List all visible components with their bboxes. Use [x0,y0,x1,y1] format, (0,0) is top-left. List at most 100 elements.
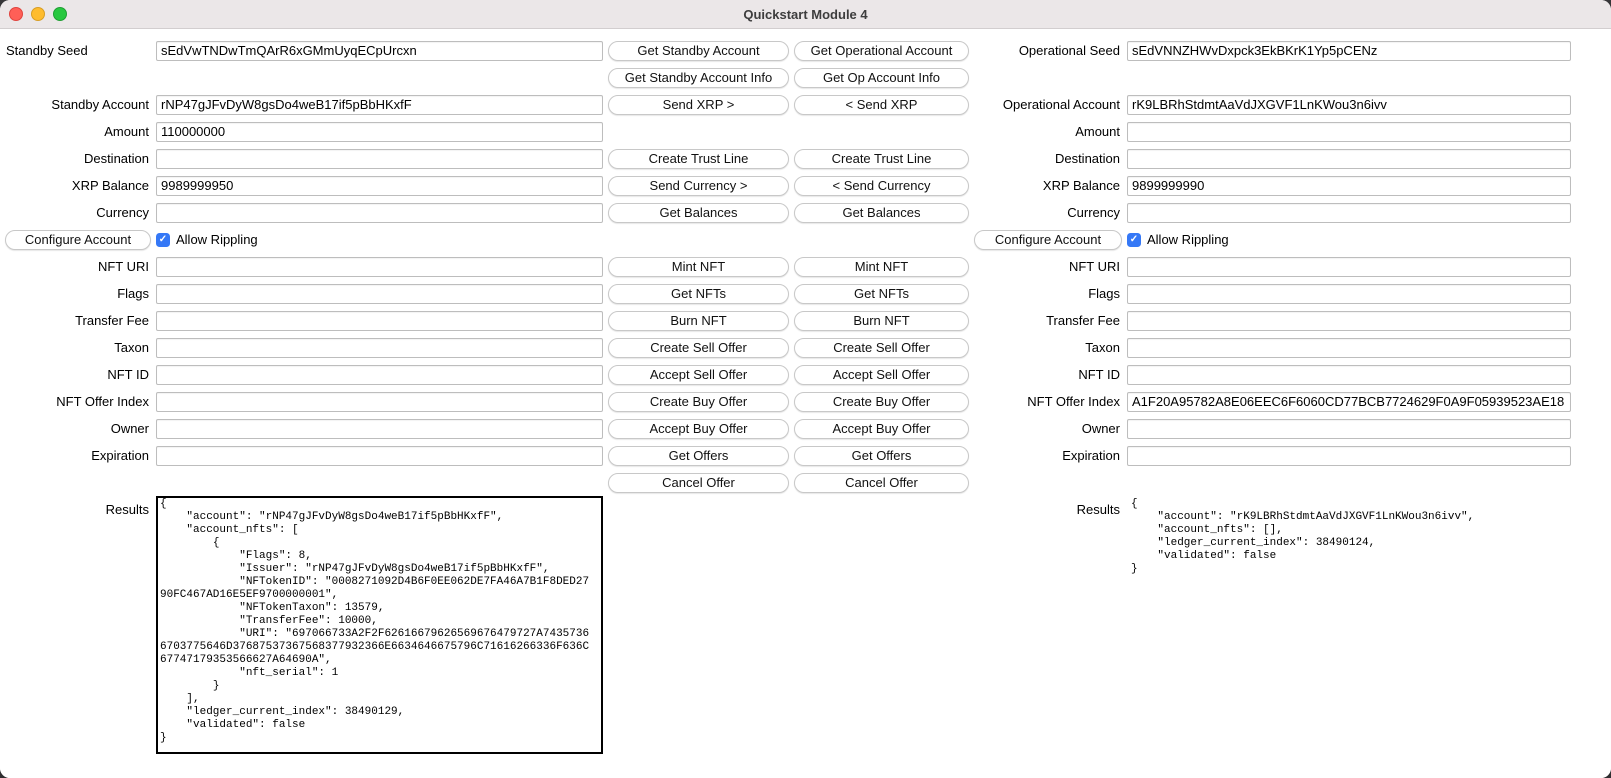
app-window: Quickstart Module 4 Standby Seed Get Sta… [0,0,1611,778]
standby-flags-input[interactable] [156,284,603,304]
operational-transfer-fee-input[interactable] [1127,311,1571,331]
standby-send-xrp-button[interactable]: Send XRP > [608,95,789,115]
standby-configure-account-button[interactable]: Configure Account [5,230,151,250]
standby-allow-rippling-row: Allow Rippling [156,232,603,247]
standby-get-nfts-button[interactable]: Get NFTs [608,284,789,304]
standby-expiration-input[interactable] [156,446,603,466]
get-standby-account-button[interactable]: Get Standby Account [608,41,789,61]
operational-flags-input[interactable] [1127,284,1571,304]
standby-flags-label: Flags [5,286,151,301]
standby-create-trust-line-button[interactable]: Create Trust Line [608,149,789,169]
operational-create-buy-offer-button[interactable]: Create Buy Offer [794,392,969,412]
operational-results-label: Results [974,496,1122,517]
operational-seed-label: Operational Seed [974,43,1122,58]
standby-owner-label: Owner [5,421,151,436]
zoom-button[interactable] [53,7,67,21]
operational-balance-label: XRP Balance [974,178,1122,193]
standby-accept-sell-offer-button[interactable]: Accept Sell Offer [608,365,789,385]
operational-nft-offer-index-input[interactable] [1127,392,1571,412]
operational-destination-input[interactable] [1127,149,1571,169]
operational-owner-input[interactable] [1127,419,1571,439]
standby-currency-input[interactable] [156,203,603,223]
operational-allow-rippling-checkbox[interactable] [1127,233,1141,247]
standby-seed-label: Standby Seed [5,43,151,58]
operational-taxon-input[interactable] [1127,338,1571,358]
operational-currency-input[interactable] [1127,203,1571,223]
operational-flags-label: Flags [974,286,1122,301]
standby-nft-id-input[interactable] [156,365,603,385]
operational-owner-label: Owner [974,421,1122,436]
operational-expiration-input[interactable] [1127,446,1571,466]
standby-nft-id-label: NFT ID [5,367,151,382]
operational-create-sell-offer-button[interactable]: Create Sell Offer [794,338,969,358]
standby-nft-offer-index-label: NFT Offer Index [5,394,151,409]
standby-destination-label: Destination [5,151,151,166]
standby-amount-input[interactable] [156,122,603,142]
window-controls [9,0,67,28]
operational-mint-nft-button[interactable]: Mint NFT [794,257,969,277]
operational-nft-uri-label: NFT URI [974,259,1122,274]
standby-owner-input[interactable] [156,419,603,439]
operational-configure-account-button[interactable]: Configure Account [974,230,1122,250]
operational-taxon-label: Taxon [974,340,1122,355]
title-bar: Quickstart Module 4 [0,0,1611,29]
operational-send-currency-button[interactable]: < Send Currency [794,176,969,196]
get-operational-account-button[interactable]: Get Operational Account [794,41,969,61]
operational-results-text[interactable]: { "account": "rK9LBRhStdmtAaVdJXGVF1LnKW… [1127,496,1571,754]
get-standby-account-info-button[interactable]: Get Standby Account Info [608,68,789,88]
operational-expiration-label: Expiration [974,448,1122,463]
standby-amount-label: Amount [5,124,151,139]
close-button[interactable] [9,7,23,21]
operational-send-xrp-button[interactable]: < Send XRP [794,95,969,115]
standby-expiration-label: Expiration [5,448,151,463]
standby-results-label: Results [5,496,151,517]
standby-create-sell-offer-button[interactable]: Create Sell Offer [608,338,789,358]
operational-cancel-offer-button[interactable]: Cancel Offer [794,473,969,493]
operational-seed-input[interactable] [1127,41,1571,61]
content-grid: Standby Seed Get Standby Account Get Ope… [5,37,1611,754]
standby-nft-uri-input[interactable] [156,257,603,277]
get-op-account-info-button[interactable]: Get Op Account Info [794,68,969,88]
standby-account-input[interactable] [156,95,603,115]
operational-get-balances-button[interactable]: Get Balances [794,203,969,223]
operational-nft-uri-input[interactable] [1127,257,1571,277]
operational-amount-input[interactable] [1127,122,1571,142]
standby-balance-input[interactable] [156,176,603,196]
standby-mint-nft-button[interactable]: Mint NFT [608,257,789,277]
standby-cancel-offer-button[interactable]: Cancel Offer [608,473,789,493]
standby-nft-offer-index-input[interactable] [156,392,603,412]
standby-get-balances-button[interactable]: Get Balances [608,203,789,223]
standby-create-buy-offer-button[interactable]: Create Buy Offer [608,392,789,412]
operational-nft-offer-index-label: NFT Offer Index [974,394,1122,409]
standby-balance-label: XRP Balance [5,178,151,193]
operational-create-trust-line-button[interactable]: Create Trust Line [794,149,969,169]
operational-destination-label: Destination [974,151,1122,166]
standby-transfer-fee-label: Transfer Fee [5,313,151,328]
standby-taxon-label: Taxon [5,340,151,355]
operational-get-offers-button[interactable]: Get Offers [794,446,969,466]
minimize-button[interactable] [31,7,45,21]
operational-allow-rippling-label: Allow Rippling [1147,232,1229,247]
standby-transfer-fee-input[interactable] [156,311,603,331]
operational-nft-id-input[interactable] [1127,365,1571,385]
standby-burn-nft-button[interactable]: Burn NFT [608,311,789,331]
standby-accept-buy-offer-button[interactable]: Accept Buy Offer [608,419,789,439]
operational-amount-label: Amount [974,124,1122,139]
standby-get-offers-button[interactable]: Get Offers [608,446,789,466]
standby-allow-rippling-label: Allow Rippling [176,232,258,247]
operational-accept-buy-offer-button[interactable]: Accept Buy Offer [794,419,969,439]
standby-send-currency-button[interactable]: Send Currency > [608,176,789,196]
standby-taxon-input[interactable] [156,338,603,358]
operational-get-nfts-button[interactable]: Get NFTs [794,284,969,304]
standby-results-text[interactable]: { "account": "rNP47gJFvDyW8gsDo4weB17if5… [156,496,603,754]
standby-seed-input[interactable] [156,41,603,61]
standby-allow-rippling-checkbox[interactable] [156,233,170,247]
operational-balance-input[interactable] [1127,176,1571,196]
standby-account-label: Standby Account [5,97,151,112]
main-content: Standby Seed Get Standby Account Get Ope… [0,29,1611,778]
operational-account-input[interactable] [1127,95,1571,115]
standby-destination-input[interactable] [156,149,603,169]
operational-accept-sell-offer-button[interactable]: Accept Sell Offer [794,365,969,385]
operational-burn-nft-button[interactable]: Burn NFT [794,311,969,331]
operational-account-label: Operational Account [974,97,1122,112]
